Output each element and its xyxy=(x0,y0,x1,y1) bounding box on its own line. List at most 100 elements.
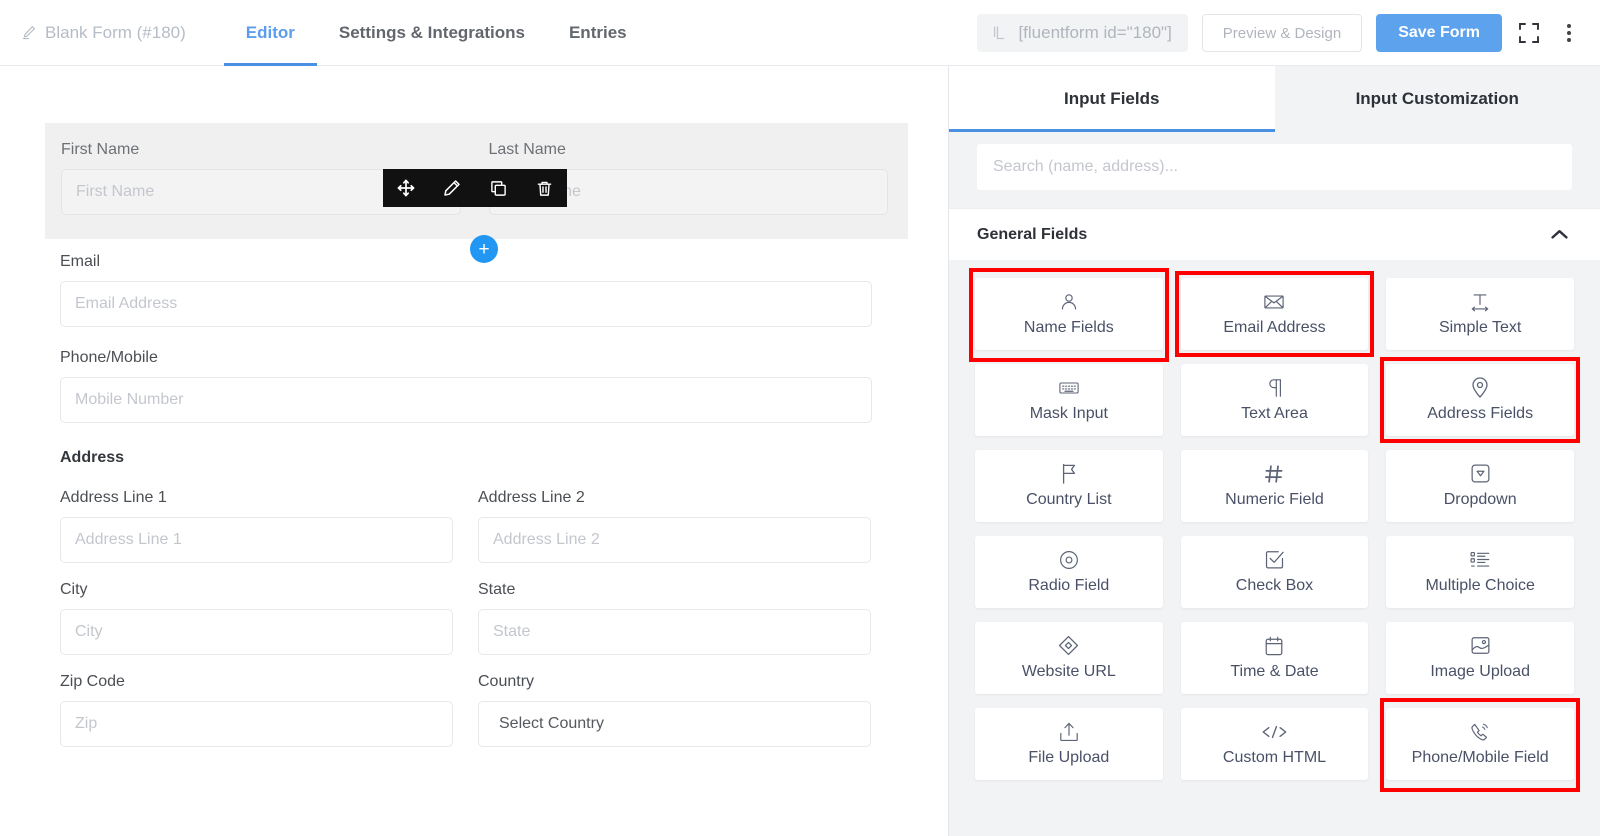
field-card-label: Name Fields xyxy=(1023,318,1114,336)
field-card-text-area[interactable]: Text Area xyxy=(1180,364,1369,436)
phone-icon xyxy=(1470,722,1490,742)
keyboard-icon xyxy=(1059,378,1079,398)
tab-input-fields[interactable]: Input Fields xyxy=(949,66,1275,132)
first-name-label: First Name xyxy=(61,141,140,158)
form-fields-list: First Name First Name Last Name Last Nam… xyxy=(0,66,948,761)
email-field-block[interactable]: Email Email Address xyxy=(45,253,908,327)
form-builder-app: Blank Form (#180) Editor Settings & Inte… xyxy=(0,0,1600,836)
field-card-label: File Upload xyxy=(1028,748,1110,766)
field-card-website-url[interactable]: Website URL xyxy=(975,622,1163,694)
field-card-label: Mask Input xyxy=(1029,404,1108,422)
general-fields-group-header[interactable]: General Fields xyxy=(949,208,1600,260)
field-card-simple-text[interactable]: Simple Text xyxy=(1386,278,1574,350)
fullscreen-icon[interactable] xyxy=(1516,20,1542,46)
zip-code-label: Zip Code xyxy=(60,673,125,690)
checkbox-icon xyxy=(1265,550,1284,570)
form-title-area[interactable]: Blank Form (#180) xyxy=(22,23,186,43)
upload-icon xyxy=(1059,722,1079,742)
phone-input[interactable]: Mobile Number xyxy=(60,377,872,423)
tab-entries[interactable]: Entries xyxy=(547,0,649,66)
field-card-email-address[interactable]: Email Address xyxy=(1174,271,1374,357)
move-arrows-icon[interactable] xyxy=(383,169,429,207)
preview-design-button[interactable]: Preview & Design xyxy=(1201,14,1363,52)
field-card-label: Numeric Field xyxy=(1225,490,1324,508)
right-sidebar-panel: Input Fields Input Customization Search … xyxy=(948,66,1600,836)
field-card-file-upload[interactable]: File Upload xyxy=(975,708,1163,780)
field-card-time-date[interactable]: Time & Date xyxy=(1180,622,1369,694)
last-name-label: Last Name xyxy=(488,141,566,158)
name-fields-block[interactable]: First Name First Name Last Name Last Nam… xyxy=(45,123,908,263)
phone-field-block[interactable]: Phone/Mobile Mobile Number xyxy=(45,349,908,423)
form-title: Blank Form (#180) xyxy=(45,22,186,42)
country-label: Country xyxy=(478,673,535,690)
shortcode-bracket-icon xyxy=(993,25,1008,41)
paragraph-icon xyxy=(1266,378,1283,398)
code-icon xyxy=(1261,722,1287,742)
dropdown-icon xyxy=(1471,464,1490,484)
map-pin-icon xyxy=(1471,377,1489,398)
field-card-label: Country List xyxy=(1026,490,1112,508)
address-line-1-group: Address Line 1 Address Line 1 xyxy=(60,489,453,563)
address-line-2-group: Address Line 2 Address Line 2 xyxy=(478,489,871,563)
email-label: Email xyxy=(60,253,101,270)
user-icon xyxy=(1059,292,1079,312)
tab-input-customization[interactable]: Input Customization xyxy=(1275,66,1600,132)
list-icon xyxy=(1470,550,1490,570)
field-card-radio-field[interactable]: Radio Field xyxy=(975,536,1163,608)
top-bar: Blank Form (#180) Editor Settings & Inte… xyxy=(0,0,1600,66)
city-input[interactable]: City xyxy=(60,609,453,655)
field-card-custom-html[interactable]: Custom HTML xyxy=(1180,708,1369,780)
state-label: State xyxy=(478,581,516,598)
shortcode-text: [fluentform id="180"] xyxy=(1018,23,1172,42)
zip-code-group: Zip Code Zip xyxy=(60,673,453,747)
field-card-dropdown[interactable]: Dropdown xyxy=(1386,450,1574,522)
field-card-address-fields[interactable]: Address Fields xyxy=(1380,357,1580,443)
text-width-icon xyxy=(1470,292,1490,312)
field-card-label: Check Box xyxy=(1235,576,1314,594)
state-group: State State xyxy=(478,581,871,655)
tab-editor[interactable]: Editor xyxy=(223,0,318,66)
copy-icon[interactable] xyxy=(475,169,521,207)
field-card-mask-input[interactable]: Mask Input xyxy=(975,364,1163,436)
flag-icon xyxy=(1060,463,1078,484)
field-type-grid: Name Fields Email Address Simple Text Mask … xyxy=(949,260,1600,798)
state-input[interactable]: State xyxy=(478,609,871,655)
field-card-label: Simple Text xyxy=(1438,318,1522,336)
calendar-icon xyxy=(1265,636,1283,656)
chevron-up-icon[interactable] xyxy=(1551,229,1568,240)
save-form-button[interactable]: Save Form xyxy=(1376,14,1502,52)
zip-code-input[interactable]: Zip xyxy=(60,701,453,747)
radio-icon xyxy=(1059,550,1079,570)
envelope-icon xyxy=(1264,292,1285,312)
address-title: Address xyxy=(60,449,125,466)
field-card-name-fields[interactable]: Name Fields xyxy=(969,268,1169,362)
search-input[interactable]: Search (name, address)... xyxy=(977,144,1572,190)
field-card-numeric-field[interactable]: Numeric Field xyxy=(1180,450,1369,522)
search-area: Search (name, address)... xyxy=(949,132,1600,208)
pencil-icon[interactable] xyxy=(429,169,475,207)
field-card-country-list[interactable]: Country List xyxy=(975,450,1163,522)
shortcode-field[interactable]: [fluentform id="180"] xyxy=(977,14,1188,52)
field-card-image-upload[interactable]: Image Upload xyxy=(1386,622,1574,694)
field-card-label: Dropdown xyxy=(1443,490,1517,508)
phone-label: Phone/Mobile xyxy=(60,349,158,366)
field-card-multiple-choice[interactable]: Multiple Choice xyxy=(1386,536,1574,608)
panel-tabs: Input Fields Input Customization xyxy=(949,66,1600,132)
field-card-label: Time & Date xyxy=(1230,662,1319,680)
trash-icon[interactable] xyxy=(521,169,567,207)
address-line-2-input[interactable]: Address Line 2 xyxy=(478,517,871,563)
city-label: City xyxy=(60,581,88,598)
field-card-label: Phone/Mobile Field xyxy=(1411,748,1549,766)
field-card-phone-mobile-field[interactable]: Phone/Mobile Field xyxy=(1380,698,1580,792)
address-field-block[interactable]: Address Address Line 1 Address Line 1 Ad… xyxy=(45,449,908,761)
tab-settings-integrations[interactable]: Settings & Integrations xyxy=(317,0,547,66)
more-vertical-icon[interactable] xyxy=(1556,20,1582,46)
email-input[interactable]: Email Address xyxy=(60,281,872,327)
address-line-1-label: Address Line 1 xyxy=(60,489,167,506)
add-field-button[interactable]: + xyxy=(470,235,498,263)
country-select[interactable]: Select Country xyxy=(478,701,871,747)
field-card-label: Website URL xyxy=(1021,662,1116,680)
city-group: City City xyxy=(60,581,453,655)
field-card-check-box[interactable]: Check Box xyxy=(1180,536,1369,608)
address-line-1-input[interactable]: Address Line 1 xyxy=(60,517,453,563)
